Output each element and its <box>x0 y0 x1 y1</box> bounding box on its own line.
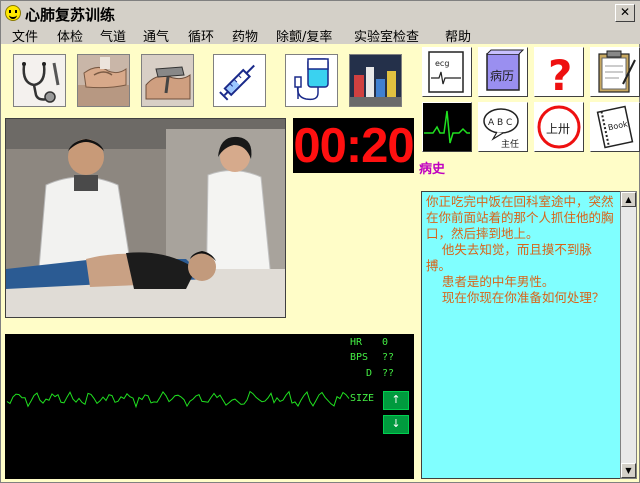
hr-value: 0 <box>382 337 389 348</box>
size-down-button[interactable]: ↓ <box>383 415 409 434</box>
size-label: SIZE <box>350 393 375 404</box>
menu-bar: 文件 体检 气道 通气 循环 药物 除颤/复率 实验室检查 帮助 <box>1 25 640 45</box>
ecg-wave-icon <box>423 103 471 151</box>
clipboard-button[interactable] <box>590 47 640 97</box>
stethoscope-button[interactable] <box>13 54 66 107</box>
menu-defibrillation[interactable]: 除颤/复率 <box>276 26 332 45</box>
close-button[interactable]: ✕ <box>615 4 635 22</box>
scroll-up-arrow[interactable]: ▲ <box>621 192 636 207</box>
abc-sub-label: 主任 <box>501 138 519 150</box>
stethoscope-icon <box>14 55 65 106</box>
abc-icon: A B C 主任 <box>479 103 527 151</box>
round-sign-label: 上卅 <box>546 122 570 136</box>
window-title: 心肺复苏训练 <box>25 6 116 24</box>
iv-drip-icon <box>286 55 337 106</box>
vital-monitor: HR 0 BPS ?? D ?? SIZE ↑ ↓ <box>5 334 414 479</box>
airway-button[interactable] <box>141 54 194 107</box>
elapsed-timer: 00:20 <box>293 118 415 173</box>
d-value: ?? <box>382 368 395 379</box>
help-mark: ? <box>548 51 572 96</box>
history-scrollbar[interactable]: ▲ ▼ <box>620 191 637 479</box>
round-sign-icon: 上卅 <box>535 103 583 151</box>
menu-airway[interactable]: 气道 <box>100 26 126 45</box>
history-text: 你正吃完中饭在回科室途中，突然在你前面站着的那个人抓住他的胸口，然后摔到地上。 … <box>426 194 614 305</box>
medical-record-label: 病历 <box>490 68 514 83</box>
history-title: 病史 <box>419 162 446 177</box>
help-question-button[interactable]: ? <box>534 47 584 97</box>
smiley-icon <box>5 5 21 21</box>
ecg-button[interactable]: ecg <box>422 47 472 97</box>
chest-compression-button[interactable] <box>77 54 130 107</box>
bps-label: BPS <box>350 352 369 363</box>
d-label: D <box>366 368 373 379</box>
syringe-icon <box>214 55 265 106</box>
ecg-label: ecg <box>435 59 449 68</box>
syringe-button[interactable] <box>213 54 266 107</box>
question-mark-icon: ? <box>535 48 583 96</box>
medical-record-button[interactable]: 病历 <box>478 47 528 97</box>
menu-circulation[interactable]: 循环 <box>188 26 214 45</box>
size-up-button[interactable]: ↑ <box>383 391 409 410</box>
lab-button[interactable] <box>349 54 402 107</box>
ecg-icon: ecg <box>423 48 471 96</box>
lab-icon <box>350 55 401 106</box>
menu-lab-tests[interactable]: 实验室检查 <box>354 26 419 45</box>
menu-exam[interactable]: 体检 <box>57 26 83 45</box>
history-text-box[interactable]: 你正吃完中饭在回科室途中，突然在你前面站着的那个人抓住他的胸口，然后摔到地上。 … <box>421 191 621 479</box>
menu-help[interactable]: 帮助 <box>445 26 471 45</box>
ecg-monitor-button[interactable] <box>422 102 472 152</box>
menu-file[interactable]: 文件 <box>12 26 38 45</box>
menu-drugs[interactable]: 药物 <box>232 26 258 45</box>
iv-drip-button[interactable] <box>285 54 338 107</box>
hr-label: HR <box>350 337 363 348</box>
clipboard-icon <box>591 48 639 96</box>
scenario-photo <box>5 118 286 318</box>
app-window: 心肺复苏训练 ✕ 文件 体检 气道 通气 循环 药物 除颤/复率 实验室检查 帮… <box>0 0 640 483</box>
abc-button[interactable]: A B C 主任 <box>478 102 528 152</box>
title-bar: 心肺复苏训练 ✕ <box>1 1 640 26</box>
medical-record-icon: 病历 <box>479 48 527 96</box>
airway-icon <box>142 55 193 106</box>
scroll-down-arrow[interactable]: ▼ <box>621 463 636 478</box>
ecg-trace <box>6 390 350 409</box>
book-icon: Book <box>591 103 639 151</box>
book-button[interactable]: Book <box>590 102 640 152</box>
timer-tool-button[interactable]: 上卅 <box>534 102 584 152</box>
bps-value: ?? <box>382 352 395 363</box>
abc-label: A B C <box>488 118 512 128</box>
menu-ventilation[interactable]: 通气 <box>143 26 169 45</box>
chest-compression-icon <box>78 55 129 106</box>
